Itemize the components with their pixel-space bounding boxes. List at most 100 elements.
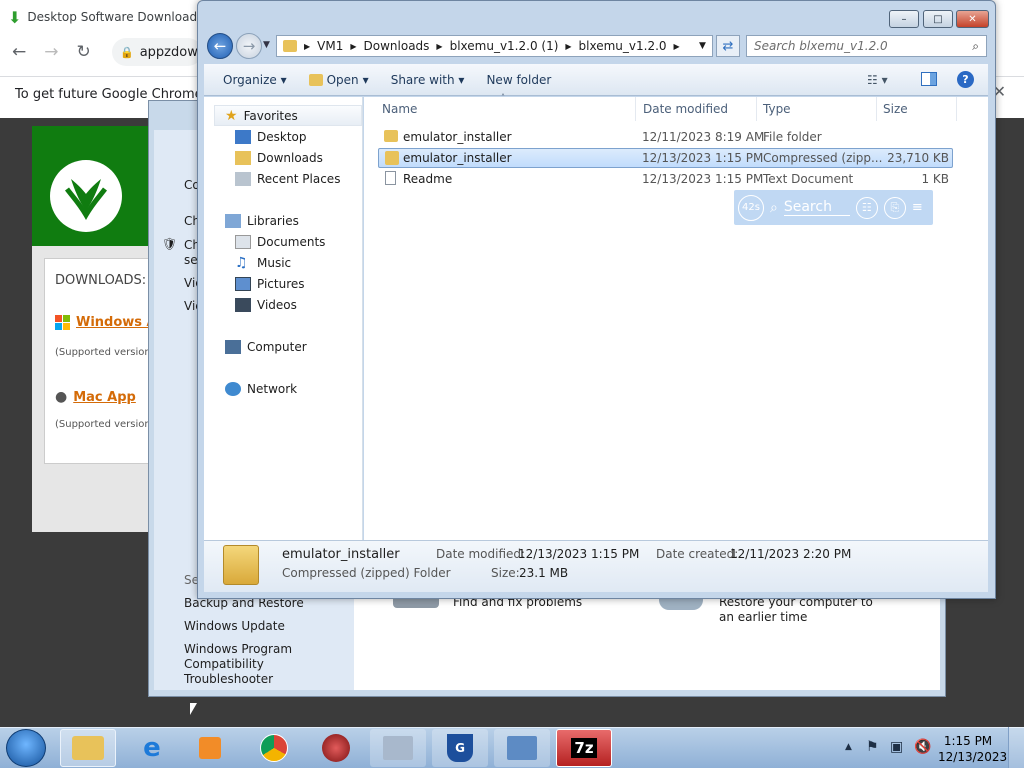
tab-title: Desktop Software Download <box>27 10 198 24</box>
nav-documents[interactable]: Documents <box>235 232 325 252</box>
preview-pane-icon[interactable] <box>921 72 937 86</box>
taskbar-security[interactable]: G <box>432 729 488 767</box>
views-icon[interactable]: ☷ ▾ <box>867 73 888 87</box>
desktop-icon <box>235 130 251 144</box>
column-date-modified[interactable]: Date modified <box>637 97 757 121</box>
restore-link[interactable]: Restore your computer to an earlier time <box>719 595 889 625</box>
taskbar-clock[interactable]: 1:15 PM 12/13/2023 <box>938 733 1007 765</box>
new-folder-button[interactable]: New folder <box>486 73 551 87</box>
network-status-icon[interactable]: ▣ <box>890 739 903 755</box>
nav-downloads[interactable]: Downloads <box>235 148 323 168</box>
mac-app-link[interactable]: Mac App <box>73 390 136 405</box>
internet-explorer-icon: e <box>143 733 161 763</box>
address-bar[interactable]: ▶ VM1 ▶ Downloads ▶ blxemu_v1.2.0 (1) ▶ … <box>276 35 713 57</box>
windows-app-link[interactable]: Windows A <box>76 315 157 330</box>
breadcrumb-downloads[interactable]: Downloads <box>364 39 430 53</box>
address-dropdown-icon[interactable]: ▼ <box>699 41 706 51</box>
nav-videos[interactable]: Videos <box>235 295 297 315</box>
breadcrumb-separator-icon: ▶ <box>673 41 680 51</box>
file-row[interactable]: emulator_installer 12/11/2023 8:19 AM Fi… <box>378 127 953 147</box>
pictures-icon <box>235 277 251 291</box>
windows-download[interactable]: Windows A <box>55 315 157 330</box>
nav-pictures[interactable]: Pictures <box>235 274 305 294</box>
nav-label: Favorites <box>243 109 298 123</box>
show-hidden-icons-icon[interactable]: ▲ <box>845 742 852 752</box>
share-with-button[interactable]: Share with ▾ <box>391 73 465 87</box>
search-icon[interactable]: ⌕ <box>972 39 979 54</box>
translate-icon[interactable]: ⎘ <box>883 196 906 219</box>
folder-icon <box>72 736 104 760</box>
maximize-button[interactable]: □ <box>923 10 953 28</box>
minimize-button[interactable]: – <box>889 10 919 28</box>
file-row-selected[interactable]: emulator_installer 12/13/2023 1:15 PM Co… <box>378 148 953 168</box>
file-row[interactable]: Readme 12/13/2023 1:15 PM Text Document … <box>378 169 953 189</box>
date-modified-value: 12/13/2023 1:15 PM <box>518 547 640 561</box>
compat-troubleshooter-link[interactable]: Windows Program Compatibility Troublesho… <box>184 642 354 687</box>
nav-desktop[interactable]: Desktop <box>235 127 307 147</box>
menu-icon[interactable]: ≡ <box>912 200 923 215</box>
search-input[interactable]: Search blxemu_v1.2.0 ⌕ <box>746 35 987 57</box>
nav-network[interactable]: Network <box>225 379 297 399</box>
taskbar-control-panel[interactable] <box>370 729 426 767</box>
taskbar-media-player[interactable] <box>182 729 238 767</box>
breadcrumb-separator-icon: ▶ <box>436 41 443 51</box>
grid-icon[interactable]: ☷ <box>855 196 878 219</box>
windows-logo-icon <box>55 315 70 330</box>
column-label: Name <box>382 102 418 116</box>
floating-search-toolbar[interactable]: 42s ⌕ Search ☷ ⎘ ≡ <box>734 190 933 225</box>
start-button-icon[interactable] <box>6 729 46 767</box>
overlay-search-label[interactable]: Search <box>783 199 850 216</box>
nav-computer[interactable]: Computer <box>225 337 307 357</box>
nav-libraries[interactable]: Libraries <box>225 211 299 231</box>
taskbar-ie[interactable]: e <box>124 729 180 767</box>
downloads-folder-icon <box>235 151 251 165</box>
documents-icon <box>235 235 251 249</box>
computer-icon <box>225 340 241 354</box>
taskbar-network-settings[interactable] <box>494 729 550 767</box>
nav-label: Network <box>247 382 298 396</box>
show-desktop-button[interactable] <box>1008 727 1024 768</box>
size-label: Size: <box>491 566 520 580</box>
taskbar-chrome[interactable] <box>246 729 302 767</box>
action-center-icon[interactable]: ⚑ <box>866 739 879 755</box>
back-arrow-icon[interactable]: ← <box>207 33 233 59</box>
column-name[interactable]: Name ˄ <box>376 93 636 121</box>
open-button[interactable]: Open ▾ <box>308 72 369 87</box>
column-type[interactable]: Type <box>757 97 877 121</box>
forward-arrow-icon[interactable]: → <box>236 33 262 59</box>
open-label: Open <box>326 72 359 87</box>
search-icon[interactable]: ⌕ <box>770 200 778 216</box>
taskbar-app[interactable] <box>308 729 364 767</box>
zip-folder-icon <box>308 73 323 86</box>
date-created-value: 12/11/2023 2:20 PM <box>730 547 852 561</box>
address-bar[interactable]: 🔒 appzdow <box>112 38 202 66</box>
recent-pages-chevron-icon[interactable]: ▼ <box>263 40 270 50</box>
column-size[interactable]: Size <box>877 97 957 121</box>
shield-icon: 🛡 <box>162 237 178 251</box>
forward-arrow-icon[interactable]: → <box>44 42 58 62</box>
supported-note: (Supported version <box>55 419 151 430</box>
breadcrumb-vm1[interactable]: VM1 <box>317 39 343 53</box>
close-button[interactable]: ✕ <box>956 10 989 28</box>
breadcrumb-blxemu-1[interactable]: blxemu_v1.2.0 (1) <box>450 39 559 53</box>
windows-update-link[interactable]: Windows Update <box>184 619 285 633</box>
nav-label: Videos <box>257 298 297 312</box>
nav-favorites[interactable]: ★ Favorites <box>225 106 298 126</box>
column-label: Date modified <box>643 102 729 116</box>
breadcrumb-separator-icon: ▶ <box>350 41 357 51</box>
back-arrow-icon[interactable]: ← <box>12 42 26 62</box>
taskbar-explorer[interactable] <box>60 729 116 767</box>
taskbar-7zip[interactable]: 7z <box>556 729 612 767</box>
nav-recent-places[interactable]: Recent Places <box>235 169 340 189</box>
nav-music[interactable]: ♫ Music <box>235 253 291 273</box>
reload-icon[interactable]: ↻ <box>77 42 91 62</box>
refresh-icon[interactable]: ⇄ <box>716 35 740 57</box>
mac-download[interactable]: ● Mac App <box>55 389 136 405</box>
browser-tab[interactable]: ⬇ Desktop Software Download <box>8 2 198 32</box>
breadcrumb-blxemu[interactable]: blxemu_v1.2.0 <box>579 39 667 53</box>
volume-muted-icon[interactable]: 🔇 <box>914 739 931 755</box>
file-name: emulator_installer <box>403 151 512 165</box>
organize-button[interactable]: Organize ▾ <box>223 73 287 87</box>
date-modified-label: Date modified: <box>436 547 526 561</box>
help-icon[interactable]: ? <box>957 71 974 88</box>
